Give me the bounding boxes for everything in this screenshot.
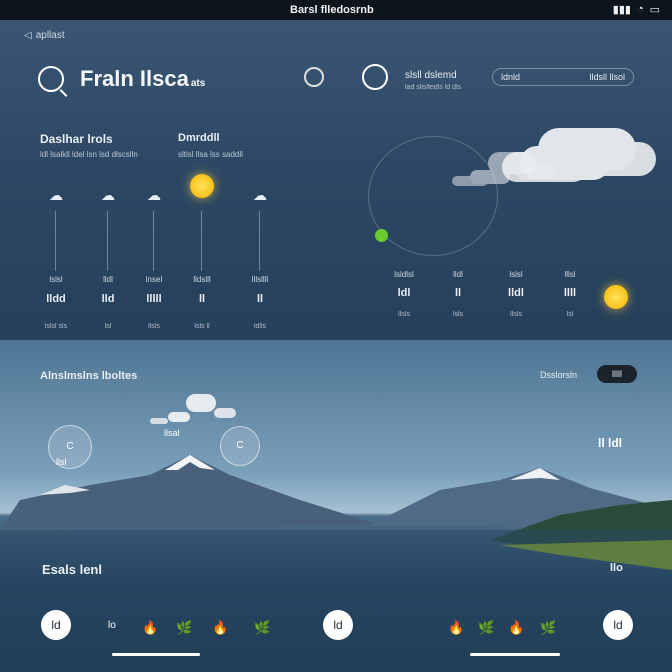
day-label: lslsl	[509, 270, 523, 279]
location-title: slsll dslemd	[405, 70, 457, 81]
day-label: lsldlsl	[394, 270, 414, 279]
nav-round-button-center[interactable]: ld	[323, 610, 353, 640]
search-right-label: lldsll llsol	[589, 72, 625, 82]
hour-bar	[55, 211, 56, 271]
location-subtitle: lad sllslfedls ld dls	[405, 84, 462, 91]
nav-round-button-left[interactable]: ld	[41, 610, 71, 640]
nav-round-button-right[interactable]: ld	[603, 610, 633, 640]
app-name: Fraln Ilsca ats	[80, 66, 205, 92]
rain-cloud-icon: ☁	[253, 187, 267, 203]
hour-value: ll	[256, 293, 264, 305]
status-title: Barsl flledosrnb	[290, 4, 374, 16]
day-foot: lsls	[452, 311, 464, 318]
day-foot: llsls	[510, 311, 522, 318]
hour-label: lnsel	[145, 275, 163, 284]
home-indicator-right	[470, 653, 560, 656]
hour-value: lld	[101, 293, 115, 305]
hour-bar	[201, 211, 202, 271]
rain-cloud-icon: ☁	[101, 187, 115, 203]
leaf-icon[interactable]: 🌿	[540, 620, 556, 636]
day-item[interactable]: lsldlsl ldl llsls	[384, 270, 424, 318]
hour-label: lllsllll	[251, 275, 269, 284]
day-value: ll	[454, 287, 462, 299]
bottom-title: Esals lenl	[42, 562, 102, 577]
landscape-toggle[interactable]: lllll	[597, 365, 637, 383]
c-icon: C	[236, 440, 244, 451]
rain-cloud-icon: ☁	[49, 187, 63, 203]
search-left-label: ldnld	[501, 72, 521, 82]
hour-foot: lsls ll	[194, 323, 210, 330]
landscape-label: Dsslorsln	[540, 370, 578, 380]
back-label: apllast	[35, 30, 65, 41]
cloud-icon	[470, 170, 510, 184]
signal-icon: ▮▮▮	[612, 4, 631, 16]
nav-icon-lo[interactable]: lo	[108, 620, 116, 631]
app-name-text: Fraln Ilsca	[80, 66, 189, 91]
daily-forecast: lsldlsl ldl llsls lldl ll lsls lslsl lld…	[384, 270, 604, 340]
app-name-suffix: ats	[190, 78, 206, 89]
hourly-side-title: Dmrddll	[178, 132, 220, 144]
back-arrow-icon: ◁	[24, 30, 32, 41]
app-logo-icon	[38, 66, 64, 92]
hour-bar	[153, 211, 154, 271]
sun-icon	[190, 174, 214, 198]
hour-value: ll	[198, 293, 206, 305]
location-pin-icon[interactable]	[304, 67, 324, 87]
cloud-icon: ☁	[147, 187, 161, 203]
hourly-side-subtitle: sltlsl llsa lss saddll	[178, 150, 243, 159]
day-value: llll	[563, 287, 577, 299]
location-button[interactable]	[362, 64, 388, 90]
cloud-icon	[168, 412, 190, 422]
c-icon: C	[66, 441, 74, 452]
hour-foot: lslsl sls	[44, 323, 68, 330]
flame-icon[interactable]: 🔥	[448, 620, 464, 636]
leaf-icon[interactable]: 🌿	[254, 620, 270, 636]
hour-label: lldslll	[193, 275, 211, 284]
cloud-caption: llsal	[164, 428, 180, 438]
day-foot: llsls	[398, 311, 410, 318]
flame-icon[interactable]: 🔥	[508, 620, 524, 636]
flame-icon[interactable]: 🔥	[212, 620, 228, 636]
status-bar: Barsl flledosrnb ▮▮▮ ◔ ▭	[0, 0, 672, 20]
corner-value: ll ldl	[598, 436, 622, 450]
sun-icon	[604, 285, 628, 309]
day-value: lldl	[508, 287, 524, 299]
bubble-caption: llsl	[56, 457, 67, 467]
flame-icon[interactable]: 🔥	[142, 620, 158, 636]
day-label: lldl	[453, 270, 463, 279]
green-dot-icon	[375, 229, 388, 242]
bottom-right-value: llo	[610, 562, 623, 574]
day-value: ldl	[397, 287, 411, 299]
hour-label: lldl	[103, 275, 113, 284]
leaf-icon[interactable]: 🌿	[478, 620, 494, 636]
bubble-button[interactable]: C	[220, 426, 260, 466]
day-item[interactable]: lslsl lldl llsls	[496, 270, 536, 318]
wifi-icon: ◔	[636, 3, 644, 15]
day-item[interactable]: lldl ll lsls	[438, 270, 478, 318]
leaf-icon[interactable]: 🌿	[176, 620, 192, 636]
location-info: slsll dslemd lad sllslfedls ld dls	[405, 70, 461, 94]
hourly-title: Daslhar lrols	[40, 132, 113, 146]
day-item[interactable]: lllsl llll lsl	[550, 270, 590, 318]
hour-value: lllll	[146, 293, 162, 305]
cloud-icon	[520, 146, 610, 180]
hour-foot: ldlls	[253, 323, 267, 330]
battery-icon: ▭	[649, 4, 660, 16]
bubble-button[interactable]: C	[48, 425, 92, 469]
day-label: lllsl	[564, 270, 576, 279]
hour-bar	[259, 211, 260, 271]
home-indicator-left	[112, 653, 200, 656]
hourly-subtitle: ldl lsalkll ldel lsn lsd dlscslln	[40, 150, 138, 159]
hour-bar	[107, 211, 108, 271]
hourly-forecast: ☁ lslsl lldd lslsl sls ☁ lldl lld lsl ☁ …	[30, 165, 290, 345]
back-button[interactable]: ◁ apllast	[24, 30, 65, 41]
hour-foot: lsl	[104, 323, 112, 330]
hour-label: lslsl	[49, 275, 63, 284]
status-icons: ▮▮▮ ◔ ▭	[613, 3, 660, 16]
landscape-title: Alnslmslns lboltes	[40, 370, 138, 382]
hour-foot: llsls	[148, 323, 160, 330]
hour-value: lldd	[46, 293, 66, 305]
day-foot: lsl	[566, 311, 574, 318]
search-input[interactable]: ldnld lldsll llsol	[492, 68, 634, 86]
